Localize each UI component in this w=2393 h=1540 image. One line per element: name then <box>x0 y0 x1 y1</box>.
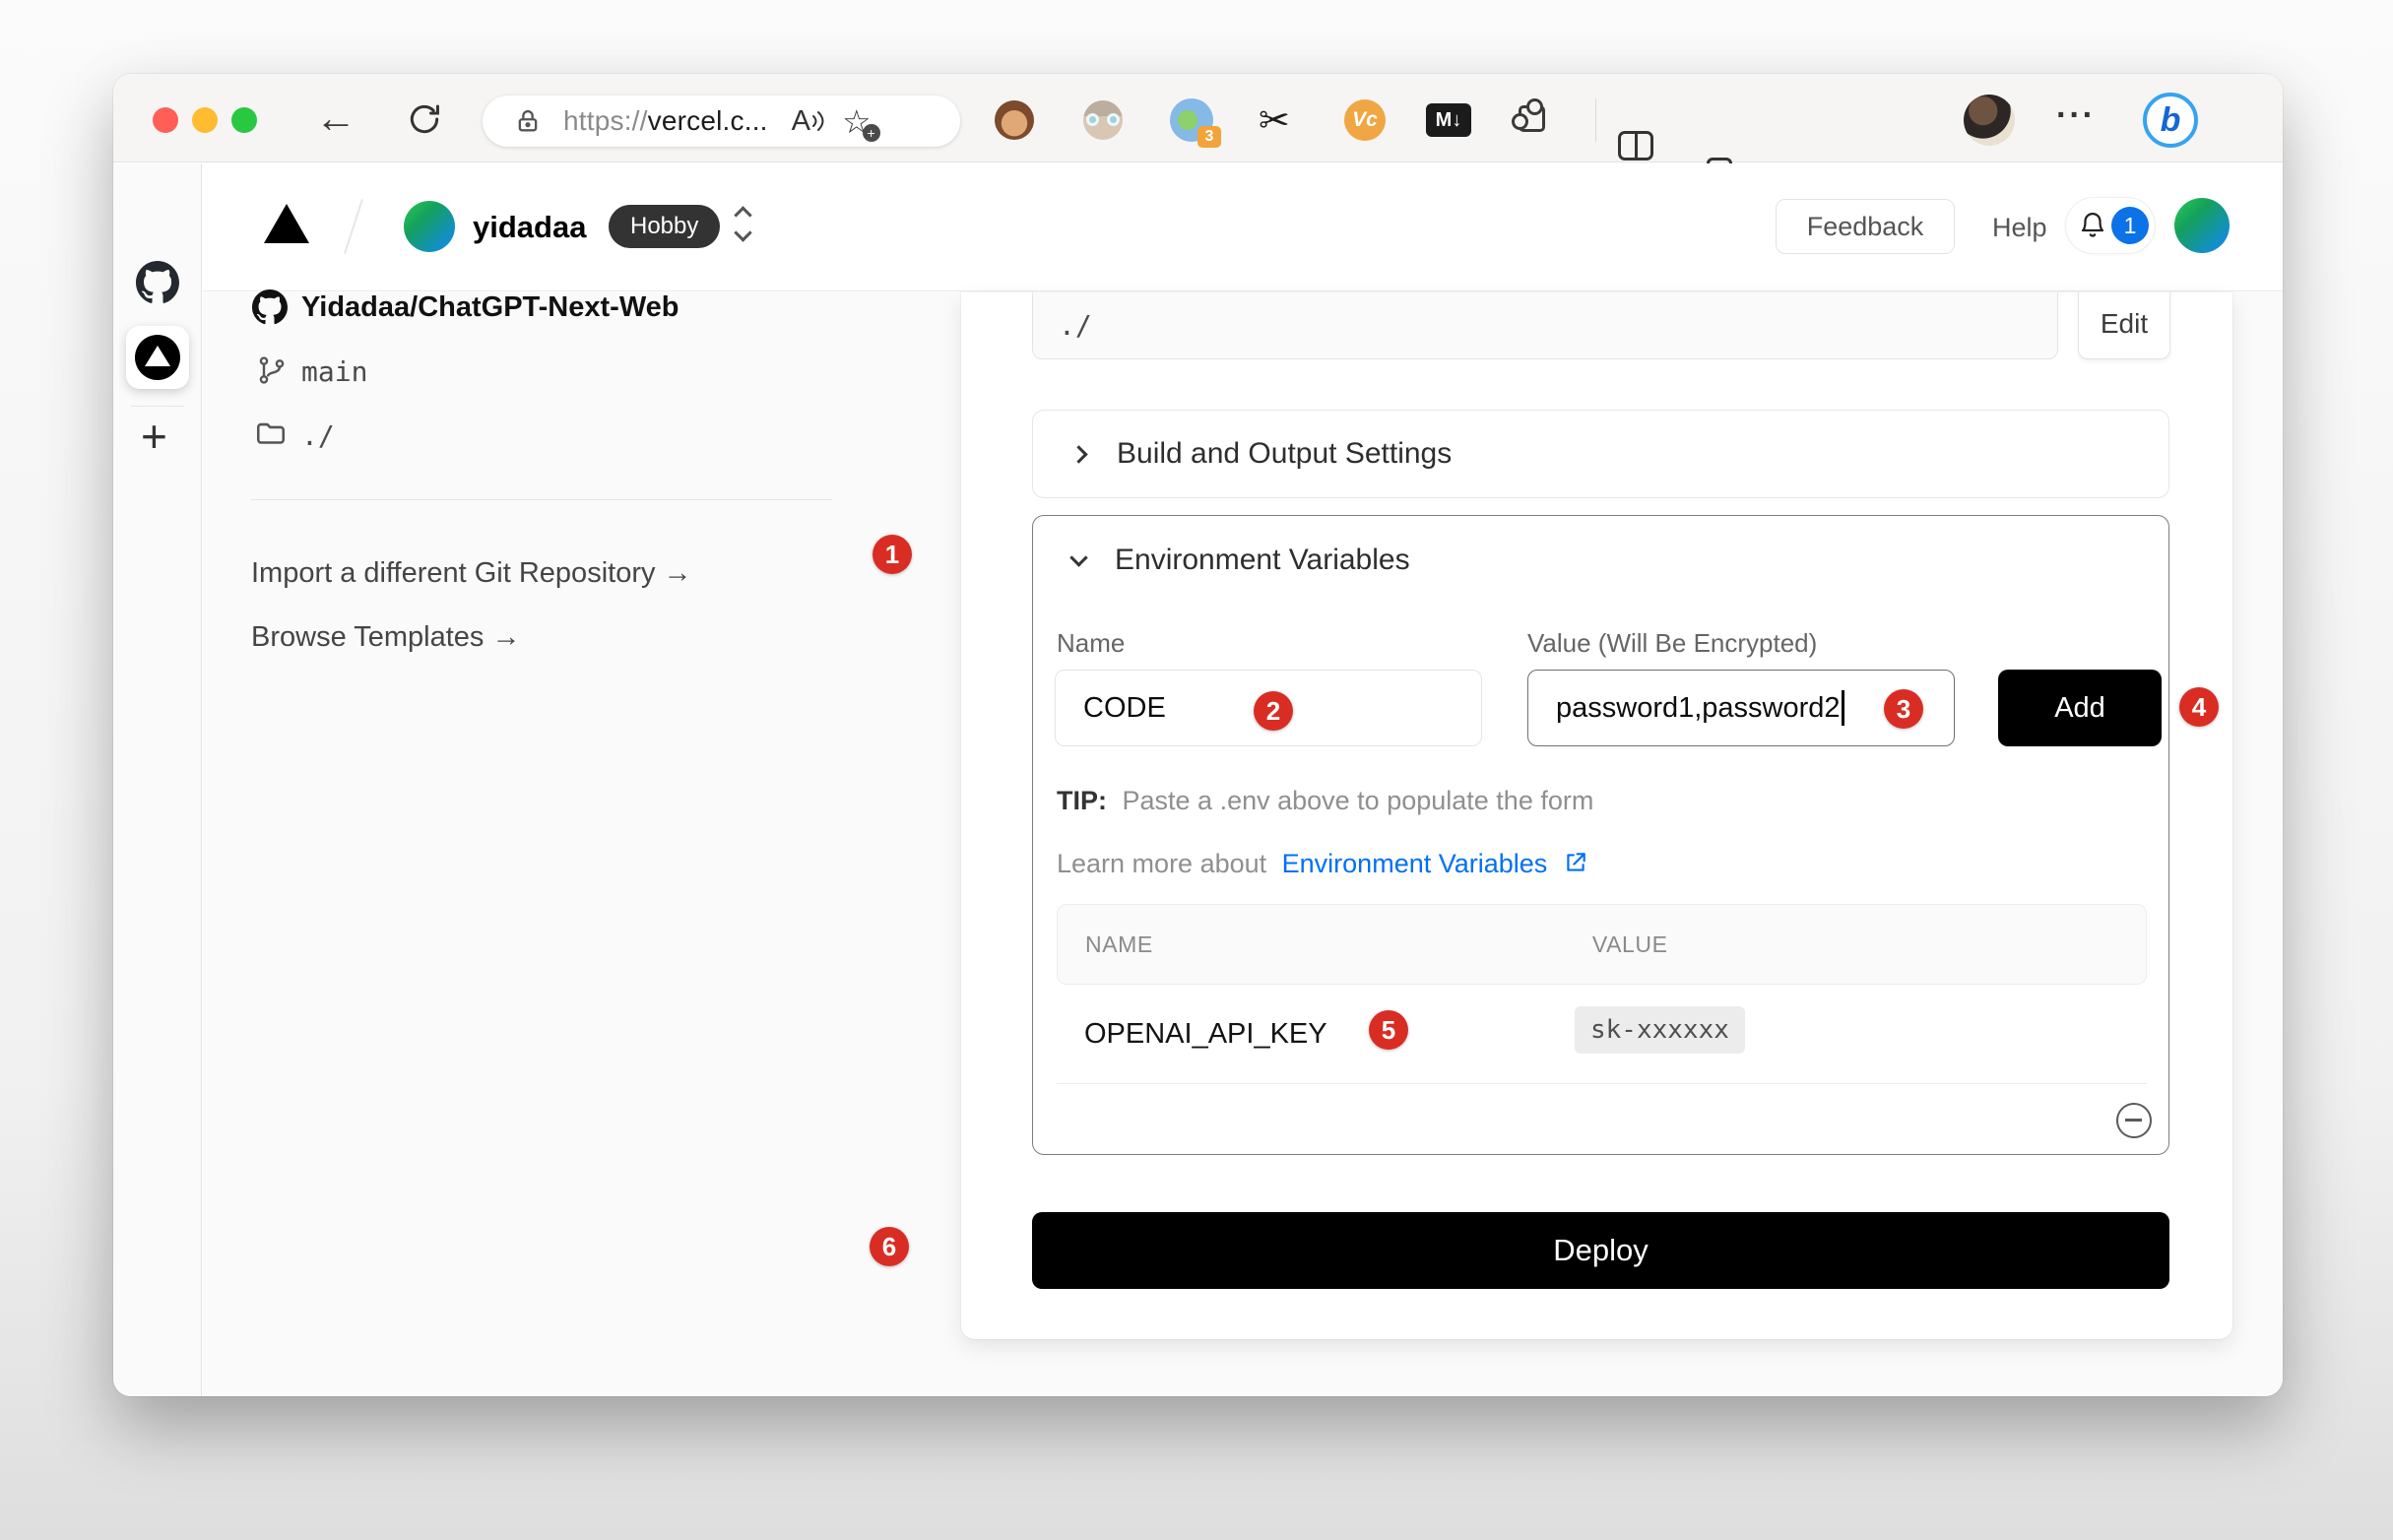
scissors-extension-icon[interactable]: ✂ <box>1259 98 1290 143</box>
environment-variables-link[interactable]: Environment Variables <box>1282 849 1548 878</box>
vercel-tab-active[interactable] <box>126 326 189 389</box>
split-screen-icon[interactable] <box>1618 131 1653 160</box>
add-favorite-icon[interactable]: ☆ + <box>842 102 872 141</box>
environment-variables-title: Environment Variables <box>1115 544 1410 577</box>
deploy-button[interactable]: Deploy <box>1032 1212 2169 1289</box>
back-icon[interactable]: ← <box>315 97 356 139</box>
zoom-window-button[interactable] <box>231 107 257 133</box>
reload-icon[interactable] <box>406 100 443 143</box>
add-env-var-button[interactable]: Add <box>1998 670 2162 746</box>
extension-badge: 3 <box>1197 126 1221 148</box>
env-value-value: password1,password2 <box>1556 692 1841 725</box>
chevron-down-icon <box>1069 548 1087 566</box>
value-label: Value (Will Be Encrypted) <box>1527 628 1817 659</box>
branch-name: main <box>301 355 367 388</box>
root-directory-value: ./ <box>1059 309 1092 342</box>
address-bar[interactable]: https://vercel.c... A ☆ + <box>483 96 960 147</box>
learn-more-line: Learn more about Environment Variables <box>1057 849 1588 882</box>
new-tab-icon[interactable]: + <box>141 414 167 459</box>
import-different-repo-link[interactable]: Import a different Git Repository → <box>251 557 692 590</box>
repo-name: Yidadaa/ChatGPT-Next-Web <box>301 291 679 324</box>
more-menu-icon[interactable]: ··· <box>2056 96 2096 135</box>
learn-more-prefix: Learn more about <box>1057 849 1266 878</box>
env-row-divider <box>1057 1083 2147 1084</box>
root-directory-field[interactable]: ./ <box>1032 292 2058 359</box>
name-label: Name <box>1057 628 1125 659</box>
desktop-background: ← https://vercel.c... A ☆ + 3 ✂ Vc M↓ + <box>0 0 2393 1540</box>
configure-project-card: ./ Edit Build and Output Settings Enviro… <box>961 292 2232 1339</box>
github-tab-icon[interactable] <box>136 261 179 309</box>
lock-icon <box>514 107 542 135</box>
sidebar-divider <box>131 406 184 407</box>
team-avatar[interactable] <box>404 201 455 252</box>
env-row-value-chip: sk-xxxxxx <box>1575 1006 1745 1054</box>
left-panel-divider <box>251 499 832 500</box>
annotation-badge-4: 4 <box>2179 687 2219 727</box>
env-table-header-value: VALUE <box>1592 931 1668 958</box>
env-name-value: CODE <box>1083 692 1166 725</box>
bell-icon <box>2078 211 2107 240</box>
annotation-badge-5: 5 <box>1369 1010 1408 1050</box>
annotation-badge-3: 3 <box>1884 689 1923 729</box>
team-switcher-chevrons[interactable] <box>737 209 749 239</box>
notifications-button[interactable]: 1 <box>2065 197 2156 254</box>
environment-variables-section: Environment Variables Name Value (Will B… <box>1032 515 2169 1155</box>
annotation-badge-1: 1 <box>873 535 912 574</box>
edit-root-directory-button[interactable]: Edit <box>2078 292 2170 359</box>
avatar-extension-icon[interactable] <box>1083 100 1123 140</box>
environment-variables-header[interactable]: Environment Variables <box>1033 516 2168 605</box>
read-aloud-icon[interactable]: A <box>792 105 824 138</box>
feedback-button[interactable]: Feedback <box>1776 199 1955 254</box>
team-name[interactable]: yidadaa <box>473 210 586 245</box>
annotation-badge-6: 6 <box>870 1227 909 1266</box>
tabs-counter-extension-icon[interactable]: 3 <box>1170 98 1213 142</box>
minimize-window-button[interactable] <box>192 107 218 133</box>
url-text: https://vercel.c... <box>563 105 768 137</box>
git-branch-icon <box>256 354 288 391</box>
tip-body: Paste a .env above to populate the form <box>1123 786 1594 815</box>
tip-label: TIP: <box>1057 786 1107 815</box>
vercel-logo-icon <box>135 335 180 380</box>
extensions-puzzle-icon[interactable] <box>1519 105 1545 132</box>
close-window-button[interactable] <box>153 107 178 133</box>
user-avatar[interactable] <box>2174 198 2230 253</box>
tip-text: TIP: Paste a .env above to populate the … <box>1057 786 1593 816</box>
vercel-header-logo[interactable] <box>264 204 309 243</box>
annotation-badge-2: 2 <box>1254 691 1293 731</box>
repo-github-icon <box>252 289 288 330</box>
env-row-name: OPENAI_API_KEY <box>1084 1018 1327 1051</box>
profile-avatar[interactable] <box>1964 95 2015 146</box>
text-caret <box>1842 690 1844 726</box>
notification-count-badge: 1 <box>2111 207 2149 244</box>
bing-chat-icon[interactable]: b <box>2143 93 2198 148</box>
env-table-header-name: NAME <box>1085 931 1153 958</box>
root-directory-label: ./ <box>301 419 335 452</box>
external-link-icon[interactable] <box>1563 850 1588 882</box>
build-output-settings-section[interactable]: Build and Output Settings <box>1032 410 2169 498</box>
folder-icon <box>254 417 288 456</box>
help-link[interactable]: Help <box>1992 213 2047 243</box>
plan-badge: Hobby <box>609 205 720 248</box>
vc-extension-icon[interactable]: Vc <box>1344 99 1386 141</box>
build-output-settings-title: Build and Output Settings <box>1117 437 1452 471</box>
chevron-right-icon <box>1069 445 1087 463</box>
toolbar-divider <box>1595 98 1596 142</box>
monkey-extension-icon[interactable] <box>995 100 1034 140</box>
remove-env-var-button[interactable] <box>2116 1103 2152 1138</box>
markdown-extension-icon[interactable]: M↓ <box>1426 103 1471 137</box>
browse-templates-link[interactable]: Browse Templates → <box>251 621 520 654</box>
env-table-header: NAME VALUE <box>1057 904 2147 985</box>
